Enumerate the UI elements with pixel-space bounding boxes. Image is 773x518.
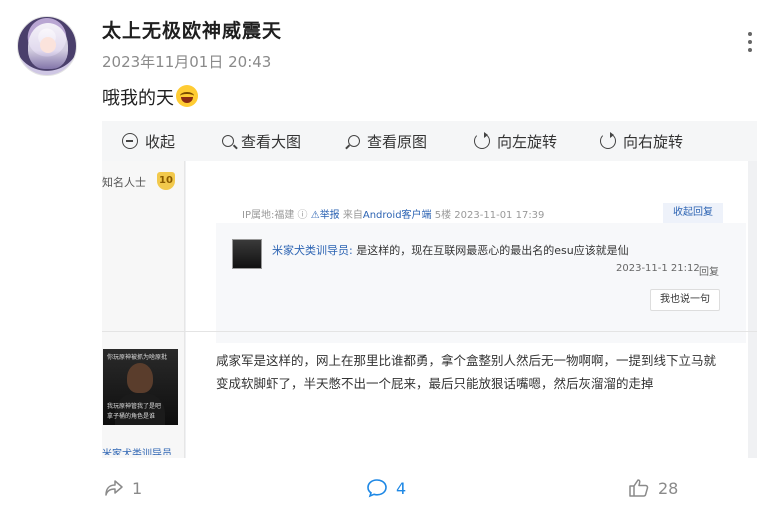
username[interactable]: 太上无极欧神威震天 xyxy=(102,16,282,43)
subreply-user: 米家犬类训导员: xyxy=(272,244,353,257)
image-canvas: 知名人士 10 IP属地:福建 ⓘ ⚠举报 来自Android客户端 5楼 20… xyxy=(102,161,757,458)
subreply-avatar xyxy=(232,239,262,269)
report-link: ⚠举报 xyxy=(310,210,340,221)
post-footer: 1 4 28 xyxy=(0,470,773,510)
image-toolbar: 收起 查看大图 查看原图 向左旋转 向右旋转 xyxy=(102,121,757,161)
meme-caption-top: 你玩原神被抓为啥原批 xyxy=(107,354,168,361)
post-text: 哦我的天 xyxy=(102,84,198,110)
subreply-text: 是这样的，现在互联网最恶心的最出名的esu应该就是仙 xyxy=(356,244,629,257)
floor-divider xyxy=(102,331,757,332)
rotate-right-icon xyxy=(600,132,616,149)
collapse-label: 收起 xyxy=(145,132,176,151)
meme-image: 你玩原神被抓为啥原批 我玩原神管我了是吧 拿子桶的角色是谁 xyxy=(103,349,178,425)
view-original-button[interactable]: 查看原图 xyxy=(348,121,474,161)
user-avatar[interactable] xyxy=(17,16,77,76)
subreply-time: 2023-11-1 21:12 xyxy=(616,263,700,274)
from-prefix: 来自 xyxy=(342,210,363,221)
meme-caption-mid: 我玩原神管我了是吧 xyxy=(107,403,162,410)
post-timestamp: 2023年11月01日 20:43 xyxy=(102,53,272,71)
share-count: 1 xyxy=(132,478,143,498)
floor-username: 米家犬类训导员 xyxy=(102,449,172,455)
comment-button[interactable]: 4 xyxy=(366,478,406,498)
meme-caption-bottom: 拿子桶的角色是谁 xyxy=(107,413,156,420)
share-button[interactable]: 1 xyxy=(104,478,142,498)
comment-count: 4 xyxy=(396,478,407,498)
floor-text: 咸家军是这样的，网上在那里比谁都勇，拿个盒整别人然后无一物啊啊，一提到线下立马就… xyxy=(216,353,717,391)
subreply-box: 米家犬类训导员: 是这样的，现在互联网最恶心的最出名的esu应该就是仙 2023… xyxy=(216,223,746,343)
floor-meta: IP属地:福建 ⓘ ⚠举报 来自Android客户端 5楼 2023-11-01… xyxy=(242,210,545,221)
share-icon xyxy=(105,480,123,496)
report-label: 举报 xyxy=(319,210,340,221)
rotate-left-label: 向左旋转 xyxy=(497,132,558,151)
laughing-emoji-icon xyxy=(176,85,198,107)
ip-location: IP属地:福建 xyxy=(242,210,295,221)
collapse-reply-button: 收起回复 xyxy=(663,203,723,223)
floor-time: 2023-11-01 17:39 xyxy=(454,210,545,221)
floor-number: 5楼 xyxy=(434,210,452,221)
user-level-text: 知名人士 xyxy=(102,176,146,189)
view-large-label: 查看大图 xyxy=(241,132,302,151)
view-original-label: 查看原图 xyxy=(367,132,428,151)
image-viewer: 收起 查看大图 查看原图 向左旋转 向右旋转 知名人士 10 IP属地:福建 ⓘ… xyxy=(102,121,757,458)
say-something-button: 我也说一句 xyxy=(650,289,720,311)
thumbs-up-icon xyxy=(629,479,649,497)
like-button[interactable]: 28 xyxy=(628,478,678,498)
search-icon xyxy=(348,135,360,147)
avatar-face xyxy=(40,37,56,53)
post-text-content: 哦我的天 xyxy=(102,88,174,109)
rotate-left-button[interactable]: 向左旋转 xyxy=(474,121,600,161)
subreply-reply: 回复 xyxy=(699,267,719,278)
comment-icon xyxy=(367,479,387,498)
zoom-icon xyxy=(222,135,234,147)
level-badge: 10 xyxy=(157,172,175,190)
subreply-line: 米家犬类训导员: 是这样的，现在互联网最恶心的最出名的esu应该就是仙 xyxy=(272,242,629,258)
like-count: 28 xyxy=(658,478,679,498)
rotate-right-label: 向右旋转 xyxy=(623,132,684,151)
collapse-button[interactable]: 收起 xyxy=(122,121,222,161)
rotate-left-icon xyxy=(474,132,490,149)
client-link: Android客户端 xyxy=(362,210,432,221)
more-options-icon[interactable] xyxy=(746,32,754,56)
meme-figure xyxy=(127,363,153,393)
collapse-icon xyxy=(122,133,138,149)
view-large-button[interactable]: 查看大图 xyxy=(222,121,348,161)
rotate-right-button[interactable]: 向右旋转 xyxy=(600,121,720,161)
